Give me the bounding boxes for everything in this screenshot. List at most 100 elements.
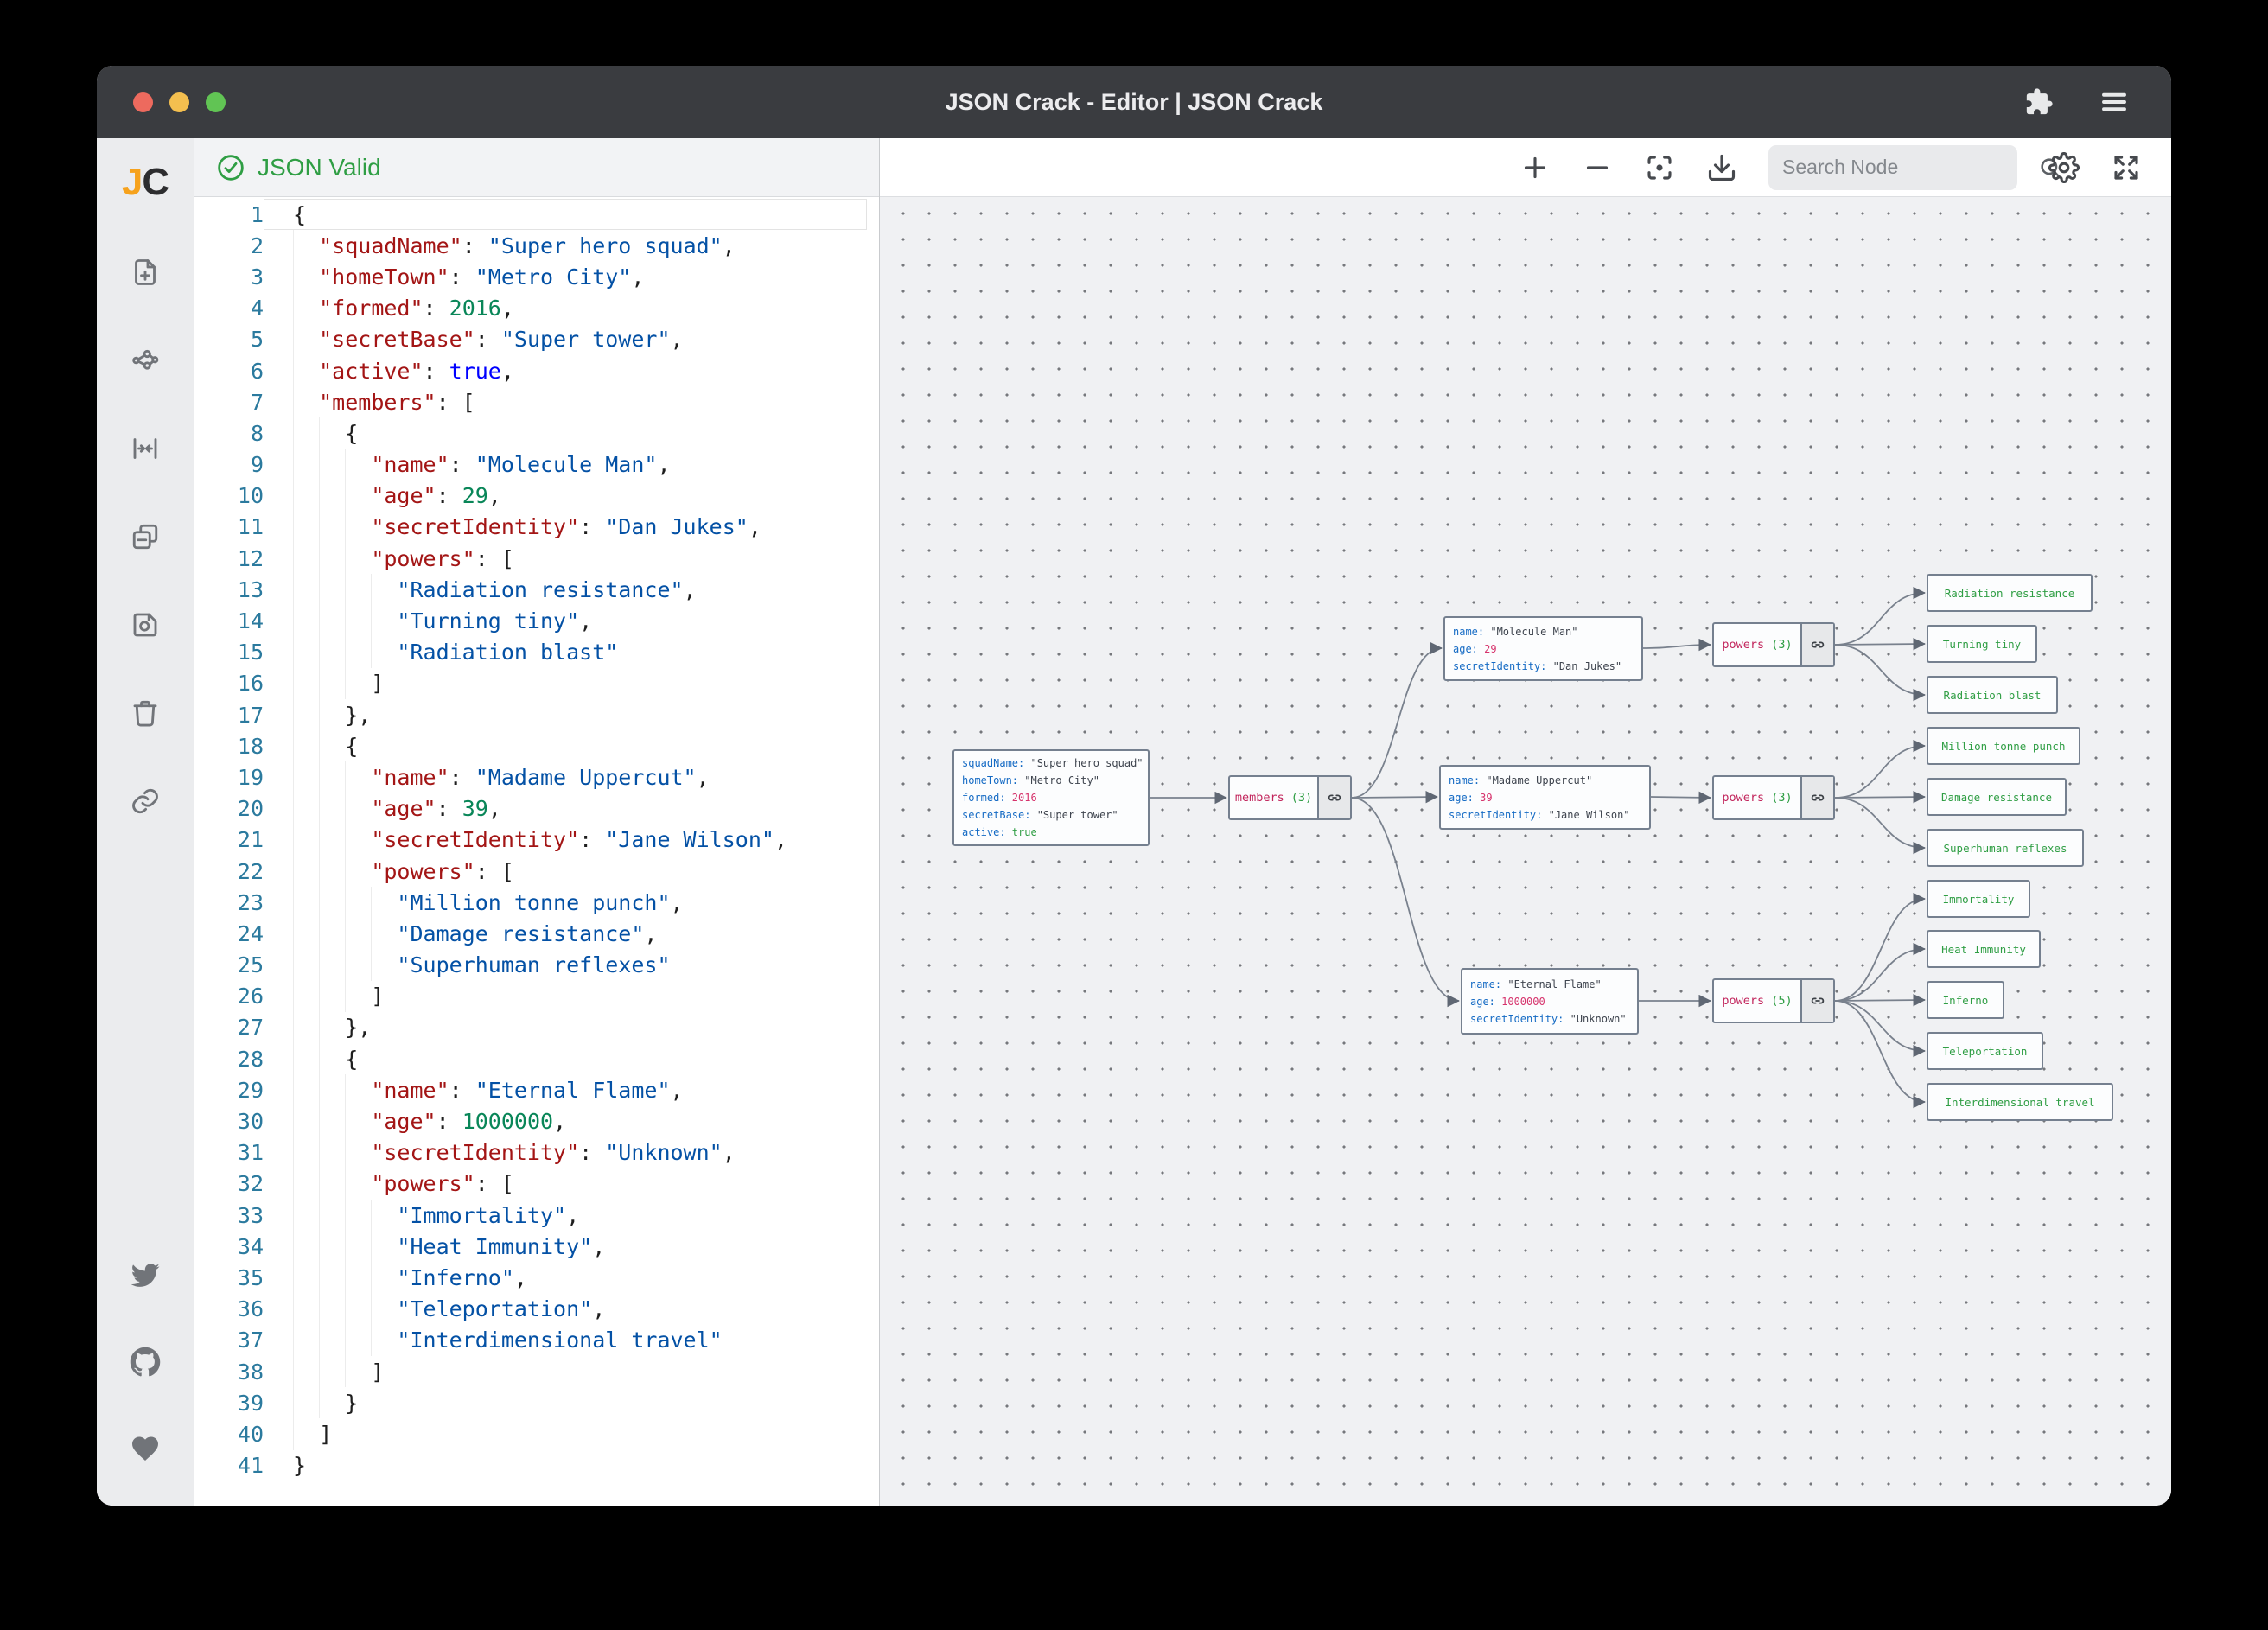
collapse-link-icon[interactable] — [1800, 777, 1833, 818]
graph-node-leaf-interdimensional-travel[interactable]: Interdimensional travel — [1927, 1083, 2113, 1121]
save-icon[interactable] — [130, 609, 161, 640]
code-line: 26 ] — [194, 981, 879, 1012]
graph-node-leaf-immortality[interactable]: Immortality — [1927, 880, 2030, 918]
close-button[interactable] — [133, 92, 153, 112]
code-editor[interactable]: 1{2 "squadName": "Super hero squad",3 "h… — [194, 197, 879, 1506]
trash-icon[interactable] — [130, 697, 161, 729]
graph-node-leaf-inferno[interactable]: Inferno — [1927, 981, 2004, 1019]
copy-icon[interactable] — [130, 521, 161, 552]
app-logo[interactable]: JC — [122, 161, 169, 204]
line-number: 37 — [194, 1328, 264, 1353]
code-line: 25 "Superhuman reflexes" — [194, 950, 879, 981]
line-number: 22 — [194, 859, 264, 884]
graph-node-leaf-turning-tiny[interactable]: Turning tiny — [1927, 625, 2037, 663]
graph-node-leaf-radiation-resistance[interactable]: Radiation resistance — [1927, 574, 2093, 612]
line-number: 27 — [194, 1015, 264, 1040]
line-number: 1 — [194, 202, 264, 227]
graph-node-powers3[interactable]: powers(5) — [1712, 978, 1835, 1023]
code-line: 41} — [194, 1450, 879, 1481]
line-number: 8 — [194, 421, 264, 446]
code-line: 39 } — [194, 1387, 879, 1418]
line-number: 39 — [194, 1391, 264, 1416]
line-number: 12 — [194, 546, 264, 571]
graph-icon[interactable] — [130, 345, 161, 376]
heart-icon[interactable] — [130, 1433, 161, 1464]
collapse-link-icon[interactable] — [1800, 980, 1833, 1022]
code-line: 2 "squadName": "Super hero squad", — [194, 230, 879, 261]
line-number: 35 — [194, 1265, 264, 1290]
line-number: 11 — [194, 514, 264, 539]
code-line: 11 "secretIdentity": "Dan Jukes", — [194, 512, 879, 543]
code-line: 28 { — [194, 1043, 879, 1074]
graph-node-leaf-million-tonne-punch[interactable]: Million tonne punch — [1927, 727, 2080, 765]
code-line: 24 "Damage resistance", — [194, 918, 879, 949]
graph-node-root[interactable]: squadName: "Super hero squad"homeTown: "… — [952, 749, 1150, 846]
line-number: 2 — [194, 233, 264, 258]
line-number: 41 — [194, 1453, 264, 1478]
zoom-out-icon[interactable] — [1582, 152, 1613, 183]
code-line: 1{ — [194, 199, 879, 230]
code-line: 10 "age": 29, — [194, 481, 879, 512]
link-icon[interactable] — [130, 786, 161, 817]
code-line: 17 }, — [194, 699, 879, 730]
github-icon[interactable] — [130, 1347, 161, 1378]
line-number: 33 — [194, 1203, 264, 1228]
code-line: 8 { — [194, 417, 879, 449]
fullscreen-icon[interactable] — [2111, 152, 2142, 183]
line-number: 13 — [194, 577, 264, 602]
collapse-link-icon[interactable] — [1317, 777, 1350, 818]
search-node-box[interactable] — [1768, 145, 2017, 190]
line-number: 40 — [194, 1422, 264, 1447]
line-number: 23 — [194, 890, 264, 915]
graph-node-powers1[interactable]: powers(3) — [1712, 622, 1835, 667]
traffic-lights — [133, 92, 226, 112]
graph-node-leaf-radiation-blast[interactable]: Radiation blast — [1927, 676, 2058, 714]
extension-puzzle-icon[interactable] — [2024, 87, 2054, 117]
search-input[interactable] — [1782, 156, 2038, 179]
code-line: 31 "secretIdentity": "Unknown", — [194, 1137, 879, 1168]
code-line: 34 "Heat Immunity", — [194, 1231, 879, 1262]
graph-canvas[interactable]: squadName: "Super hero squad"homeTown: "… — [880, 197, 2171, 1506]
graph-node-leaf-superhuman-reflexes[interactable]: Superhuman reflexes — [1927, 829, 2084, 867]
graph-node-members[interactable]: members(3) — [1228, 775, 1352, 820]
graph-panel: squadName: "Super hero squad"homeTown: "… — [880, 138, 2171, 1506]
line-number: 32 — [194, 1171, 264, 1196]
file-plus-icon[interactable] — [130, 257, 161, 288]
download-icon[interactable] — [1706, 152, 1737, 183]
graph-node-leaf-heat-immunity[interactable]: Heat Immunity — [1927, 930, 2041, 968]
code-line: 4 "formed": 2016, — [194, 293, 879, 324]
focus-icon[interactable] — [1644, 152, 1675, 183]
json-editor-panel: JSON Valid 1{2 "squadName": "Super hero … — [194, 138, 880, 1506]
graph-node-m3[interactable]: name: "Eternal Flame"age: 1000000secretI… — [1461, 968, 1639, 1035]
graph-node-leaf-damage-resistance[interactable]: Damage resistance — [1927, 778, 2067, 816]
line-number: 19 — [194, 765, 264, 790]
zoom-button[interactable] — [206, 92, 226, 112]
minimize-button[interactable] — [169, 92, 189, 112]
code-line: 37 "Interdimensional travel" — [194, 1325, 879, 1356]
code-line: 35 "Inferno", — [194, 1262, 879, 1293]
menu-icon[interactable] — [2099, 86, 2130, 118]
graph-node-m2[interactable]: name: "Madame Uppercut"age: 39secretIden… — [1439, 765, 1651, 830]
line-number: 18 — [194, 734, 264, 759]
zoom-in-icon[interactable] — [1519, 152, 1551, 183]
code-line: 20 "age": 39, — [194, 793, 879, 825]
code-line: 21 "secretIdentity": "Jane Wilson", — [194, 825, 879, 856]
code-line: 13 "Radiation resistance", — [194, 574, 879, 605]
line-number: 3 — [194, 264, 264, 290]
code-line: 27 }, — [194, 1012, 879, 1043]
line-number: 34 — [194, 1234, 264, 1259]
fold-icon[interactable] — [130, 433, 161, 464]
code-line: 16 ] — [194, 668, 879, 699]
graph-node-powers2[interactable]: powers(3) — [1712, 775, 1835, 820]
graph-node-leaf-teleportation[interactable]: Teleportation — [1927, 1032, 2043, 1070]
twitter-icon[interactable] — [130, 1260, 161, 1291]
collapse-link-icon[interactable] — [1800, 624, 1833, 665]
graph-node-m1[interactable]: name: "Molecule Man"age: 29secretIdentit… — [1443, 616, 1643, 681]
code-line: 19 "name": "Madame Uppercut", — [194, 761, 879, 793]
line-number: 7 — [194, 390, 264, 415]
settings-icon[interactable] — [2048, 152, 2080, 183]
code-line: 22 "powers": [ — [194, 856, 879, 887]
code-line: 18 { — [194, 730, 879, 761]
check-circle-icon — [217, 154, 245, 181]
line-number: 14 — [194, 608, 264, 634]
